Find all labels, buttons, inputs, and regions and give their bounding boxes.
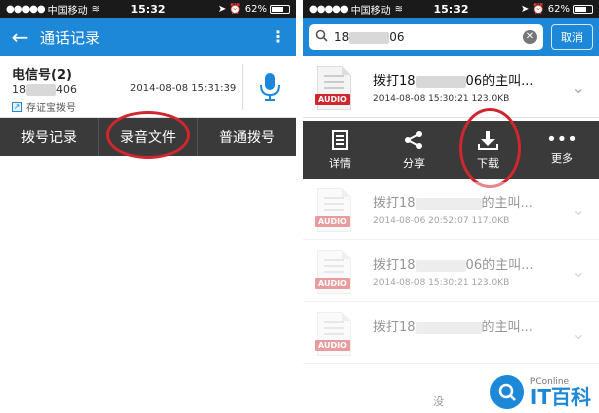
- list-item[interactable]: AUDIO 拨打18x的主叫... 2014-08-06 20:52:07 11…: [303, 182, 599, 240]
- record-title: 拨打18x06的主叫...: [373, 74, 534, 89]
- alarm-icon: ⏰: [229, 3, 242, 15]
- battery-icon: [270, 4, 290, 14]
- record-meta: 2014-08-06 20:52:07 117.0KB: [373, 216, 510, 226]
- record-title: 拨打18x的主叫...: [373, 196, 533, 211]
- action-label: 更多: [551, 151, 573, 165]
- chevron-down-icon[interactable]: ⌄: [572, 78, 585, 97]
- tag-label: 存证宝拨号: [26, 103, 76, 114]
- location-icon: ➤: [520, 3, 530, 15]
- footer-text: 没: [433, 395, 444, 408]
- search-input[interactable]: 18xx06 ✕: [309, 24, 543, 50]
- share-icon: [405, 130, 422, 149]
- details-icon: [332, 129, 348, 150]
- wifi-icon: ≋: [394, 3, 404, 15]
- option-normal-dial[interactable]: 普通拨号: [198, 118, 296, 156]
- chevron-down-icon[interactable]: ⌄: [572, 262, 585, 281]
- call-date: 2014-08-08 15:31:39: [130, 83, 237, 94]
- page-title: 通话记录: [40, 28, 101, 47]
- audio-badge: AUDIO: [315, 278, 350, 289]
- tag-arrow-icon: ↗: [12, 101, 22, 112]
- highlight-circle: [459, 108, 521, 188]
- list-item[interactable]: AUDIO 拨打18x06的主叫... 2014-08-08 15:30:21 …: [303, 60, 599, 118]
- contact-tag: ↗ 存证宝拨号: [12, 99, 76, 114]
- location-icon: ➤: [217, 3, 227, 15]
- contact-name: 电信号(2): [12, 68, 72, 83]
- record-title: 拨打18x06的主叫...: [373, 258, 534, 273]
- contact-row[interactable]: 电信号(2) 18xx406 2014-08-08 15:31:39 ↗ 存证宝…: [0, 56, 296, 118]
- clear-icon[interactable]: ✕: [523, 30, 537, 44]
- more-menu-icon[interactable]: ⋮: [260, 18, 296, 56]
- action-more[interactable]: ••• 更多: [525, 121, 599, 179]
- action-label: 分享: [403, 156, 425, 170]
- list-item[interactable]: AUDIO 拨打18x06的主叫... 2014-08-08 15:30:21 …: [303, 244, 599, 302]
- action-details[interactable]: 详情: [303, 121, 377, 179]
- signal-icon: ●●●●●: [309, 3, 349, 15]
- watermark: PConline IT百科: [489, 375, 591, 409]
- action-bar: 详情 分享 下载 ••• 更多: [303, 121, 599, 179]
- list-item[interactable]: AUDIO 拨打18x的主叫... ⌄: [303, 306, 599, 364]
- battery-icon: [573, 4, 593, 14]
- microphone-icon[interactable]: [242, 64, 296, 110]
- alarm-icon: ⏰: [532, 3, 545, 15]
- left-phone-screen: ●●●●● 中国移动 ≋ 15:32 ➤ ⏰ 62% ← 通话记录 ⋮ 电信号(…: [0, 0, 296, 413]
- chevron-down-icon[interactable]: ⌄: [572, 324, 585, 343]
- record-meta: 2014-08-08 15:30:21 123.0KB: [373, 278, 510, 288]
- right-phone-screen: ●●●●● 中国移动 ≋ 15:32 ➤ ⏰ 62% 18xx06 ✕ 取消 A…: [303, 0, 599, 413]
- carrier-label: 中国移动: [47, 5, 88, 17]
- status-bar: ●●●●● 中国移动 ≋ 15:32 ➤ ⏰ 62%: [303, 0, 599, 18]
- search-value: 18xx06: [334, 30, 405, 44]
- record-title: 拨打18x的主叫...: [373, 320, 533, 335]
- search-icon: [315, 29, 328, 45]
- record-meta: 2014-08-08 15:30:21 123.0KB: [373, 94, 510, 104]
- chevron-down-icon[interactable]: ⌄: [572, 200, 585, 219]
- highlight-circle: [106, 111, 190, 159]
- search-bar: 18xx06 ✕ 取消: [303, 18, 599, 56]
- action-share[interactable]: 分享: [377, 121, 451, 179]
- battery-percent: 62%: [244, 3, 267, 15]
- carrier-label: 中国移动: [350, 5, 391, 17]
- cancel-button[interactable]: 取消: [551, 24, 593, 50]
- option-call-log[interactable]: 拨号记录: [0, 118, 99, 156]
- audio-badge: AUDIO: [315, 94, 350, 105]
- header-bar: ← 通话记录 ⋮: [0, 18, 296, 56]
- more-icon: •••: [546, 128, 578, 150]
- audio-badge: AUDIO: [315, 216, 350, 227]
- panel-divider: [296, 0, 303, 413]
- battery-percent: 62%: [547, 3, 570, 15]
- action-label: 详情: [329, 156, 351, 170]
- signal-icon: ●●●●●: [6, 3, 46, 15]
- status-bar: ●●●●● 中国移动 ≋ 15:32 ➤ ⏰ 62%: [0, 0, 296, 18]
- watermark-search-icon: [489, 375, 524, 409]
- watermark-brand: IT百科: [529, 385, 591, 409]
- back-arrow-icon[interactable]: ←: [0, 18, 40, 56]
- audio-badge: AUDIO: [315, 340, 350, 351]
- contact-number: 18xx406: [12, 83, 77, 96]
- wifi-icon: ≋: [91, 3, 101, 15]
